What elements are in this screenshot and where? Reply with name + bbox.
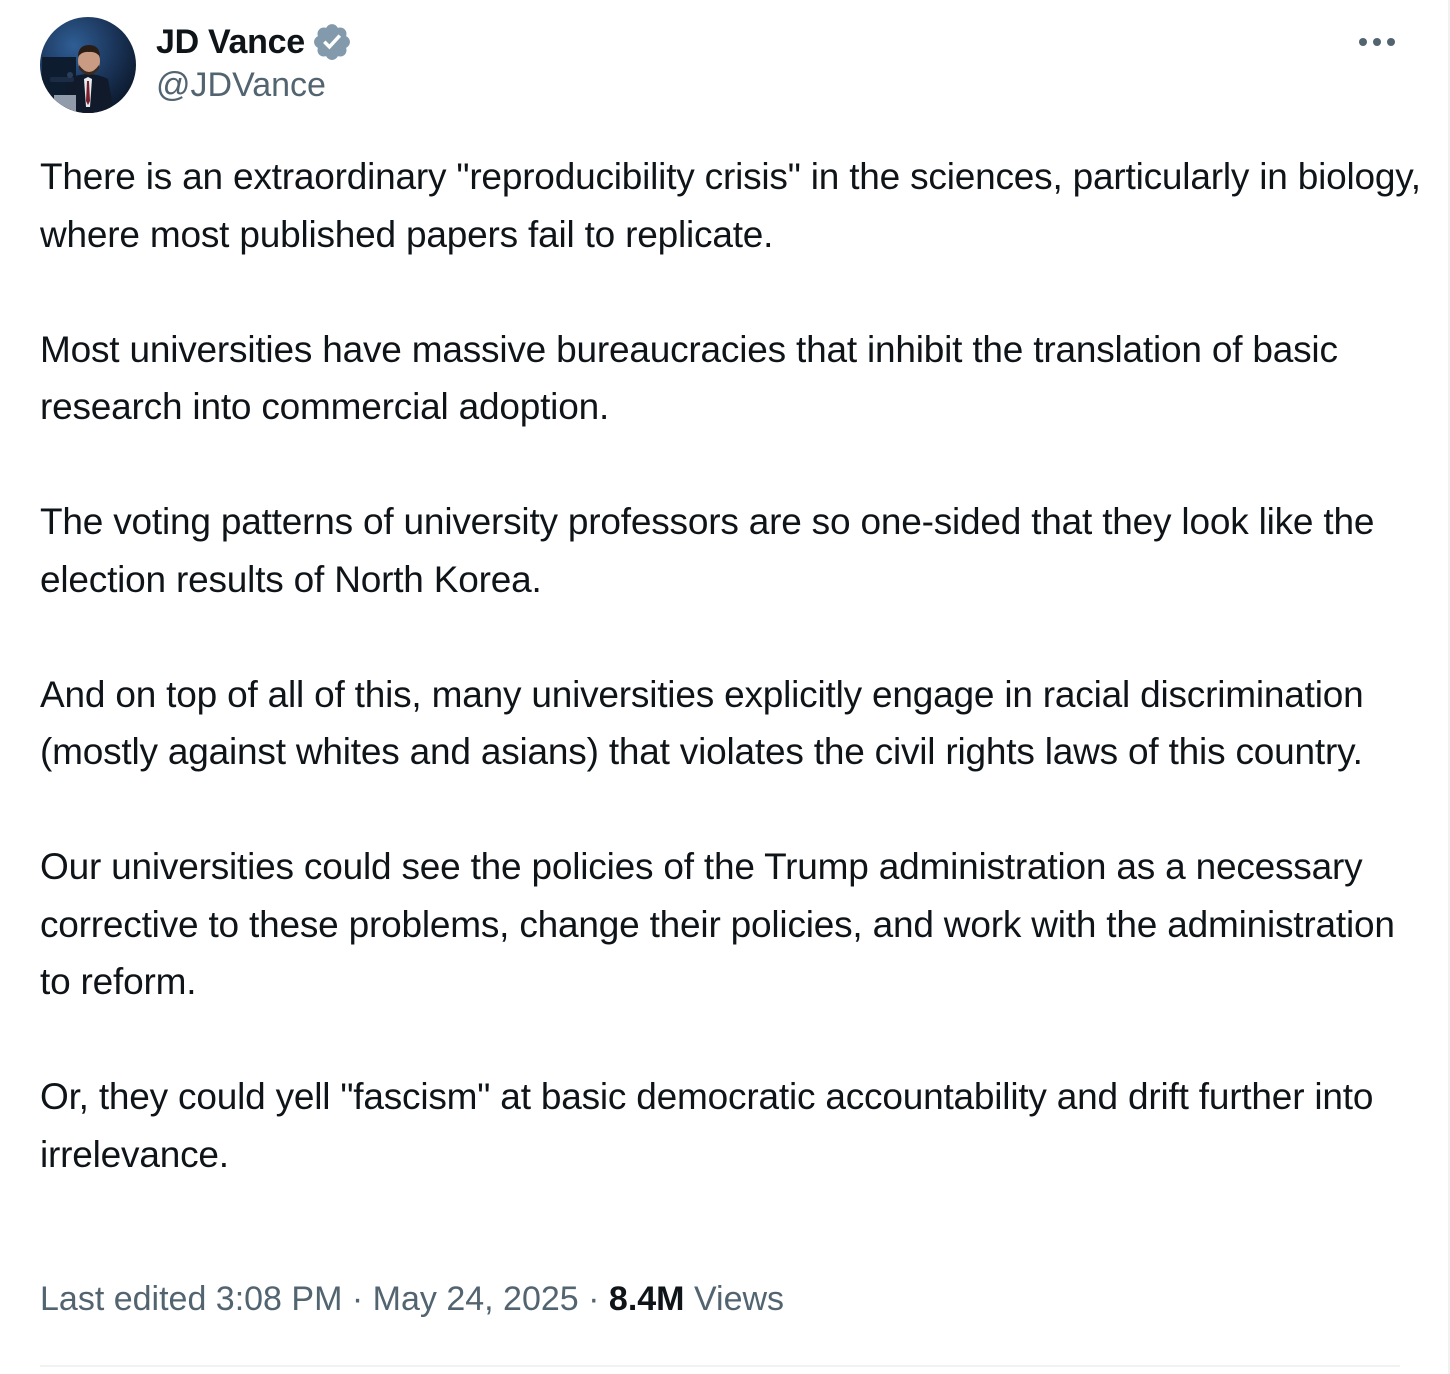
verified-badge-icon[interactable] (311, 21, 353, 63)
views-count: 8.4M (608, 1280, 685, 1318)
handle[interactable]: @JDVance (156, 66, 326, 105)
divider (40, 1365, 1400, 1367)
tweet-metadata: Last edited 3:08 PM · May 24, 2025 · 8.4… (40, 1280, 784, 1319)
avatar[interactable] (40, 17, 136, 113)
more-horizontal-icon (1359, 38, 1395, 46)
avatar-photo-icon (40, 17, 136, 113)
tweet: JD Vance @JDVance There is an extraordin… (0, 0, 1450, 1374)
tweet-paragraph: Or, they could yell "fascism" at basic d… (40, 1076, 1374, 1175)
tweet-paragraph: There is an extraordinary "reproducibili… (40, 156, 1421, 255)
views-label: Views (693, 1280, 785, 1318)
name-row: JD Vance (156, 20, 353, 64)
edit-history-link[interactable]: Last edited 3:08 PM (40, 1280, 342, 1318)
tweet-text: There is an extraordinary "reproducibili… (40, 148, 1430, 1183)
meta-separator: · (588, 1280, 600, 1318)
tweet-paragraph: The voting patterns of university profes… (40, 501, 1375, 600)
timestamp-link[interactable]: May 24, 2025 (373, 1280, 579, 1318)
more-options-button[interactable] (1350, 22, 1404, 62)
tweet-paragraph: And on top of all of this, many universi… (40, 673, 1364, 773)
display-name[interactable]: JD Vance (156, 23, 305, 62)
tweet-paragraph: Most universities have massive bureaucra… (40, 328, 1338, 428)
meta-separator: · (351, 1280, 364, 1318)
tweet-paragraph: Our universities could see the policies … (40, 846, 1395, 1002)
